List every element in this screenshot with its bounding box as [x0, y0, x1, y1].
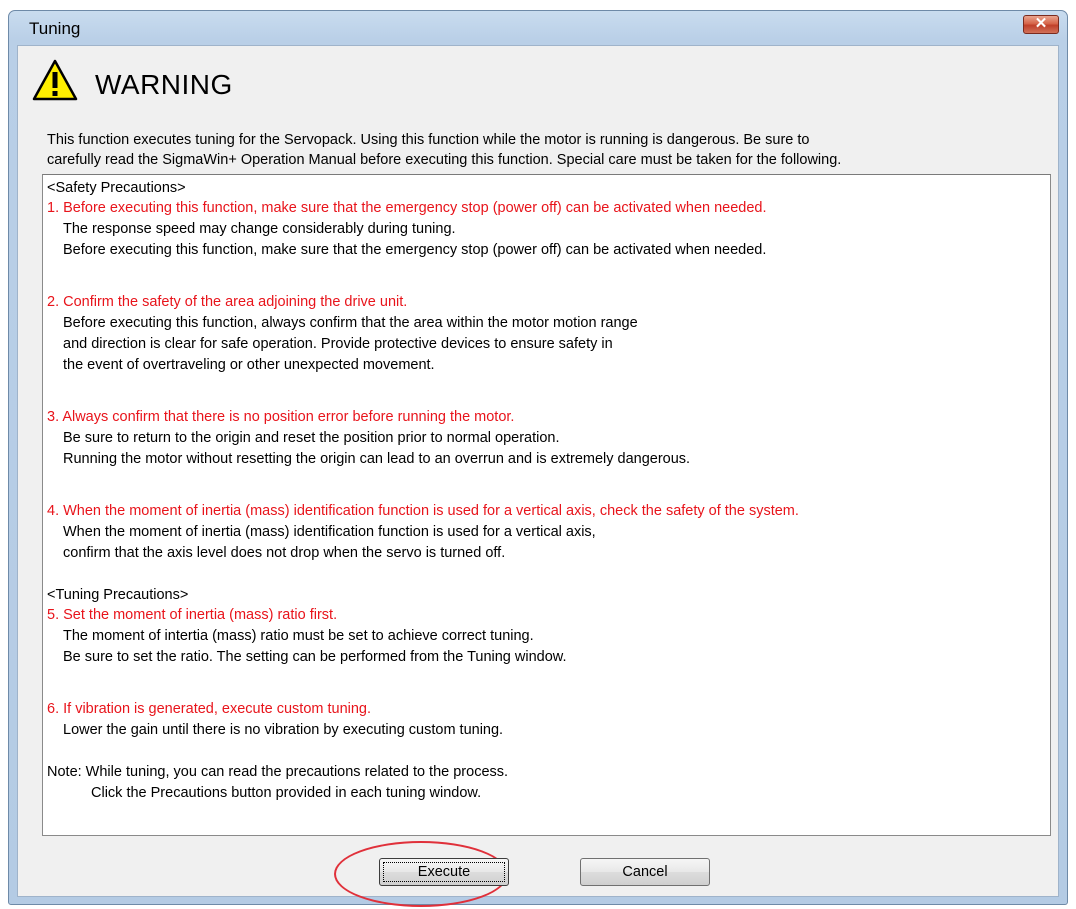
precaution-text: Before executing this function, always c… [63, 315, 638, 331]
dialog-content: WARNING This function executes tuning fo… [17, 45, 1059, 907]
precaution-text: When the moment of inertia (mass) identi… [63, 524, 596, 540]
precaution-text: Running the motor without resetting the … [63, 451, 691, 467]
warning-intro: This function executes tuning for the Se… [47, 130, 1047, 170]
note-text: Note: While tuning, you can read the pre… [47, 764, 509, 780]
focus-rectangle [383, 862, 505, 882]
precaution-4-title: 4. When the moment of inertia (mass) ide… [47, 503, 799, 519]
precaution-text: Before executing this function, make sur… [63, 242, 767, 258]
precaution-6-title: 6. If vibration is generated, execute cu… [47, 701, 372, 717]
safety-precautions-header: <Safety Precautions> [47, 180, 186, 196]
cancel-button-label: Cancel [622, 864, 668, 880]
precautions-textbox[interactable]: <Safety Precautions> 1. Before executing… [42, 174, 1051, 836]
close-button[interactable]: ✕ [1023, 15, 1059, 34]
precaution-3-title: 3. Always confirm that there is no posit… [47, 409, 515, 425]
execute-button[interactable]: Execute [379, 858, 509, 886]
tuning-dialog: Tuning ✕ WARNING This function executes … [8, 10, 1068, 907]
precaution-text: confirm that the axis level does not dro… [63, 545, 506, 561]
close-icon: ✕ [1034, 15, 1048, 32]
note-text: Click the Precautions button provided in… [91, 785, 482, 801]
cancel-button[interactable]: Cancel [580, 858, 710, 886]
title-bar[interactable]: Tuning ✕ [9, 11, 1067, 45]
precaution-1-title: 1. Before executing this function, make … [47, 200, 767, 216]
precaution-text: and direction is clear for safe operatio… [63, 336, 613, 352]
precaution-text: Be sure to return to the origin and rese… [63, 430, 560, 446]
warning-triangle-icon [32, 59, 78, 101]
window-title: Tuning [29, 19, 81, 38]
precaution-text: Be sure to set the ratio. The setting ca… [63, 649, 567, 665]
precaution-text: Lower the gain until there is no vibrati… [63, 722, 504, 738]
tuning-precautions-header: <Tuning Precautions> [47, 587, 189, 603]
intro-line: This function executes tuning for the Se… [47, 132, 810, 148]
precaution-text: The response speed may change considerab… [63, 221, 456, 237]
precaution-2-title: 2. Confirm the safety of the area adjoin… [47, 294, 408, 310]
precaution-text: the event of overtraveling or other unex… [63, 357, 435, 373]
precaution-5-title: 5. Set the moment of inertia (mass) rati… [47, 607, 338, 623]
warning-heading: WARNING [95, 69, 233, 100]
intro-line: carefully read the SigmaWin+ Operation M… [47, 152, 842, 168]
precaution-text: The moment of intertia (mass) ratio must… [63, 628, 534, 644]
